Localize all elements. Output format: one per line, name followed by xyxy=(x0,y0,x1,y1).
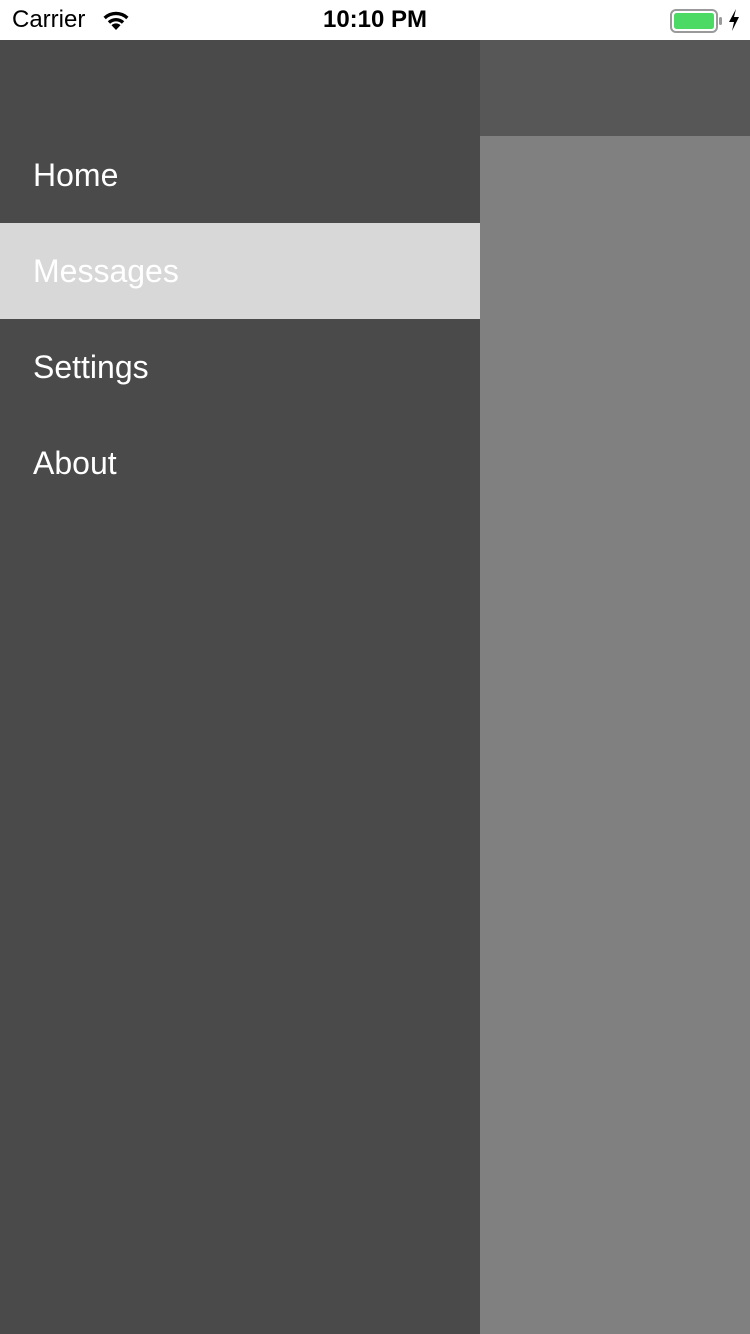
status-time: 10:10 PM xyxy=(322,6,428,33)
battery-icon xyxy=(670,9,722,33)
charging-bolt-icon xyxy=(729,9,739,31)
status-bar: Carrier 10:10 PM xyxy=(0,0,750,40)
menu-item-home[interactable]: Home xyxy=(0,127,480,223)
menu-item-label: Settings xyxy=(33,349,149,385)
menu-item-label: Home xyxy=(33,157,119,193)
menu-item-about[interactable]: About xyxy=(0,415,480,511)
menu-item-label: Messages xyxy=(33,253,179,289)
menu-item-messages[interactable]: Messages xyxy=(0,223,480,319)
menu-item-settings[interactable]: Settings xyxy=(0,319,480,415)
menu-item-label: About xyxy=(33,445,117,481)
drawer-menu-list: Home Messages Settings About xyxy=(0,127,480,511)
side-drawer: Home Messages Settings About xyxy=(0,40,480,1334)
